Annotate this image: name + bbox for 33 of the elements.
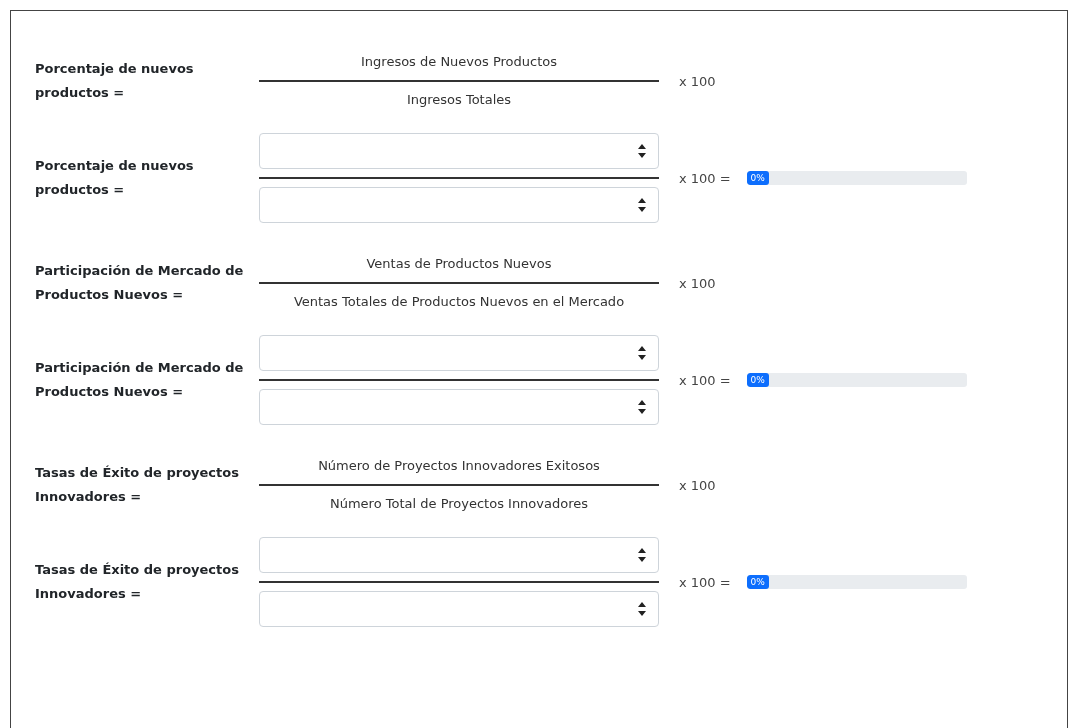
numerator-text: Ventas de Productos Nuevos xyxy=(365,255,553,273)
multiplier-text: x 100 xyxy=(679,275,716,291)
numerator-input[interactable] xyxy=(259,537,659,573)
denominator-input[interactable] xyxy=(259,187,659,223)
multiplier-text: x 100 xyxy=(679,73,716,89)
progress-text: 0% xyxy=(750,577,765,587)
multiplier-text: x 100 = xyxy=(679,372,731,388)
progress-text: 0% xyxy=(750,173,765,183)
spinner-icon[interactable] xyxy=(638,601,646,617)
calculator-label: Porcentaje de nuevos productos = xyxy=(35,157,195,199)
calculator-label: Participación de Mercado de Productos Nuevos = xyxy=(35,359,245,401)
numerator-input[interactable] xyxy=(259,133,659,169)
formula-label: Porcentaje de nuevos productos = xyxy=(35,60,195,102)
numerator-text: Número de Proyectos Innovadores Exitosos xyxy=(317,457,601,475)
denominator-input[interactable] xyxy=(259,389,659,425)
spinner-icon[interactable] xyxy=(638,197,646,213)
numerator-text: Ingresos de Nuevos Productos xyxy=(360,53,558,71)
spinner-icon[interactable] xyxy=(638,345,646,361)
denominator-text: Ingresos Totales xyxy=(405,91,513,109)
numerator-input[interactable] xyxy=(259,335,659,371)
multiplier-text: x 100 = xyxy=(679,170,731,186)
spinner-icon[interactable] xyxy=(638,547,646,563)
progress-text: 0% xyxy=(750,375,765,385)
denominator-text: Número Total de Proyectos Innovadores xyxy=(329,495,589,513)
spinner-icon[interactable] xyxy=(638,399,646,415)
denominator-input[interactable] xyxy=(259,591,659,627)
spinner-icon[interactable] xyxy=(638,143,646,159)
multiplier-text: x 100 = xyxy=(679,574,731,590)
multiplier-text: x 100 xyxy=(679,477,716,493)
denominator-text: Ventas Totales de Productos Nuevos en el Mercado xyxy=(292,293,626,311)
formula-label: Participación de Mercado de Productos Nuevos = xyxy=(35,262,245,304)
calculator-label: Tasas de Éxito de proyectos Innovadores = xyxy=(35,561,240,603)
formula-label: Tasas de Éxito de proyectos Innovadores = xyxy=(35,464,240,506)
